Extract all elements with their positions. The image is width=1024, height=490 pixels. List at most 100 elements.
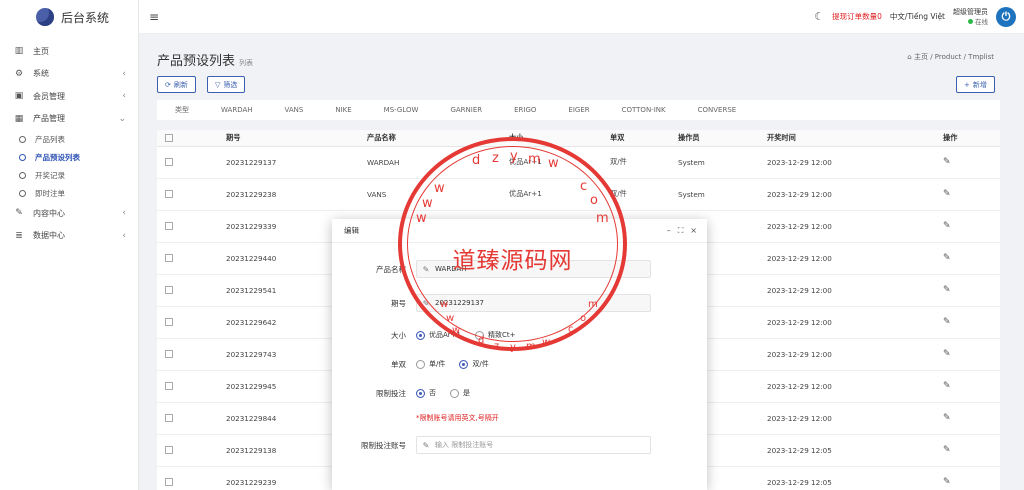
- row-checkbox[interactable]: [165, 318, 173, 326]
- add-button[interactable]: + 新增: [956, 76, 995, 93]
- table-cell: System: [678, 178, 767, 211]
- product-name-field[interactable]: ✎ WARDAH: [416, 260, 651, 278]
- filter-tab[interactable]: GARNIER: [450, 106, 482, 114]
- table-cell: 2023-12-29 12:00: [767, 402, 943, 435]
- edit-modal: 编辑 – ⛶ × 产品名称 ✎ WARDAH 期号 ✎ 20231229137 大小 优…: [332, 219, 707, 490]
- edit-icon[interactable]: ✎: [943, 381, 951, 391]
- select-all-checkbox[interactable]: [165, 133, 173, 142]
- withdraw-alert[interactable]: 提现订单数量0: [832, 11, 882, 22]
- size-radio[interactable]: 优品Ar+1: [416, 330, 461, 340]
- filter-tab[interactable]: NIKE: [335, 106, 351, 114]
- row-checkbox[interactable]: [165, 478, 173, 486]
- home-icon: ⌂: [907, 53, 912, 61]
- sidebar-item-system[interactable]: ⚙ 系统 ‹: [0, 63, 138, 86]
- language-switch[interactable]: 中文/Tiếng Việt: [890, 11, 945, 22]
- edit-icon[interactable]: ✎: [943, 445, 951, 455]
- edit-icon[interactable]: ✎: [943, 285, 951, 295]
- filter-icon: ▽: [215, 80, 221, 89]
- logo-icon: [36, 8, 54, 26]
- grid-icon: ▦: [14, 113, 24, 124]
- refresh-icon: ⟳: [165, 80, 171, 89]
- comment-icon: ✎: [15, 208, 23, 219]
- sidebar-item-home[interactable]: ▥ 主页: [0, 40, 138, 63]
- edit-icon[interactable]: ✎: [943, 477, 951, 487]
- parity-radio[interactable]: 双/件: [459, 359, 489, 369]
- edit-icon[interactable]: ✎: [943, 189, 951, 199]
- sidebar-item-data[interactable]: ≣ 数据中心 ‹: [0, 225, 138, 248]
- limit-radio[interactable]: 否: [416, 388, 436, 398]
- gear-icon: ⚙: [14, 68, 24, 79]
- edit-icon[interactable]: ✎: [943, 253, 951, 263]
- row-checkbox[interactable]: [165, 350, 173, 358]
- circle-icon: [19, 135, 26, 143]
- row-checkbox[interactable]: [165, 382, 173, 390]
- edit-icon[interactable]: ✎: [943, 157, 951, 167]
- limit-account-field[interactable]: ✎ 输入 限制投注账号: [416, 436, 651, 454]
- table-cell: WARDAH: [367, 146, 509, 179]
- filter-tab[interactable]: CONVERSE: [698, 106, 737, 114]
- app-logo[interactable]: 后台系统: [0, 0, 138, 34]
- top-bar: ≡ ☾ 提现订单数量0 中文/Tiếng Việt 超级管理员 在线 ⏻: [139, 0, 1024, 34]
- edit-icon[interactable]: ✎: [943, 221, 951, 231]
- page-title: 产品预设列表 列表: [157, 54, 254, 69]
- edit-icon[interactable]: ✎: [943, 349, 951, 359]
- size-radio[interactable]: 精致Ct+: [475, 330, 516, 340]
- filter-tab[interactable]: WARDAH: [221, 106, 253, 114]
- bar-chart-icon: ▥: [14, 46, 24, 57]
- row-checkbox[interactable]: [165, 190, 173, 198]
- sidebar-subitem-live-bets[interactable]: 即时注单: [0, 184, 138, 202]
- table-cell: 2023-12-29 12:00: [767, 178, 943, 211]
- table-cell: 2023-12-29 12:00: [767, 306, 943, 339]
- pencil-icon: ✎: [422, 298, 430, 308]
- sidebar-subitem-draw-records[interactable]: 开奖记录: [0, 166, 138, 184]
- database-icon: ≣: [15, 230, 23, 241]
- limit-radio[interactable]: 是: [450, 388, 470, 398]
- table-cell: 双/件: [610, 178, 678, 211]
- table-cell: 2023-12-29 12:00: [767, 338, 943, 371]
- filter-tab[interactable]: ERIGO: [514, 106, 536, 114]
- row-checkbox[interactable]: [165, 222, 173, 230]
- minimize-icon[interactable]: –: [667, 226, 671, 236]
- edit-icon[interactable]: ✎: [943, 317, 951, 327]
- filter-tab[interactable]: VANS: [285, 106, 304, 114]
- maximize-icon[interactable]: ⛶: [678, 226, 684, 236]
- filter-tab[interactable]: EIGER: [568, 106, 589, 114]
- moon-icon[interactable]: ☾: [814, 10, 824, 23]
- plus-icon: +: [964, 80, 970, 89]
- table-cell: 2023-12-29 12:00: [767, 274, 943, 307]
- sidebar-subitem-preset-list[interactable]: 产品预设列表: [0, 148, 138, 166]
- menu-toggle-icon[interactable]: ≡: [149, 10, 159, 24]
- row-checkbox[interactable]: [165, 254, 173, 262]
- pencil-icon: ✎: [422, 440, 430, 450]
- chevron-down-icon: ⌄: [118, 113, 126, 124]
- sidebar-item-content[interactable]: ✎ 内容中心 ‹: [0, 202, 138, 225]
- table-cell: 2023-12-29 12:05: [767, 434, 943, 467]
- sidebar-subitem-product-list[interactable]: 产品列表: [0, 130, 138, 148]
- filter-tab[interactable]: COTTON-INK: [622, 106, 666, 114]
- edit-icon[interactable]: ✎: [943, 413, 951, 423]
- row-checkbox[interactable]: [165, 158, 173, 166]
- sidebar-item-products[interactable]: ▦ 产品管理 ⌄: [0, 108, 138, 131]
- filter-label: 类型: [175, 106, 189, 114]
- table-cell: 2023-12-29 12:00: [767, 370, 943, 403]
- parity-radio[interactable]: 单/件: [416, 359, 445, 369]
- period-field[interactable]: ✎ 20231229137: [416, 294, 651, 312]
- table-cell: 双/件: [610, 146, 678, 179]
- chevron-left-icon: ‹: [122, 230, 126, 241]
- table-row: 20231229137 WARDAH 优品Ar+1 双/件 System 2023-12-…: [157, 146, 1000, 179]
- filter-tab[interactable]: MS-GLOW: [384, 106, 419, 114]
- filter-button[interactable]: ▽ 筛选: [207, 76, 246, 93]
- chevron-left-icon: ‹: [122, 68, 126, 79]
- sidebar-item-members[interactable]: ▣ 会员管理 ‹: [0, 85, 138, 108]
- row-checkbox[interactable]: [165, 446, 173, 454]
- pencil-icon: ✎: [422, 264, 430, 274]
- refresh-button[interactable]: ⟳ 刷新: [157, 76, 196, 93]
- row-checkbox[interactable]: [165, 414, 173, 422]
- row-checkbox[interactable]: [165, 286, 173, 294]
- table-cell: 20231229238: [226, 178, 367, 211]
- circle-icon: [19, 171, 26, 179]
- sidebar: 后台系统 ▥ 主页 ⚙ 系统 ‹ ▣ 会员管理 ‹ ▦ 产品管理 ⌄ 产品列表 产品预设列表 …: [0, 0, 139, 490]
- close-icon[interactable]: ×: [690, 226, 697, 236]
- admin-info[interactable]: 超级管理员 在线: [953, 7, 988, 27]
- power-icon[interactable]: ⏻: [996, 6, 1016, 27]
